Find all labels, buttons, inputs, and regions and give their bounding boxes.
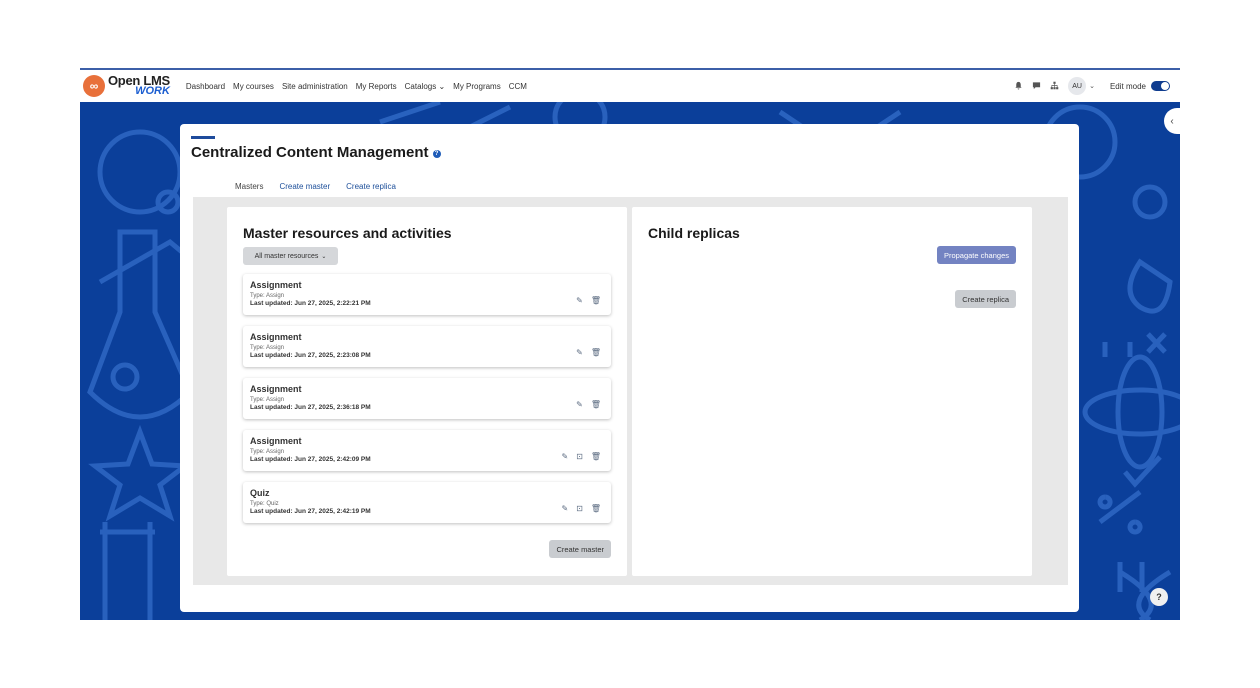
- pencil-icon[interactable]: ✎: [576, 348, 583, 357]
- resource-name: Assignment: [250, 436, 302, 446]
- resource-name: Assignment: [250, 384, 302, 394]
- child-replicas-panel: Child replicas Propagate changes Create …: [632, 207, 1032, 576]
- help-button[interactable]: ?: [1150, 588, 1168, 606]
- edit-mode-toggle[interactable]: [1151, 81, 1170, 91]
- nav-my-programs[interactable]: My Programs: [453, 82, 501, 91]
- nav-dashboard[interactable]: Dashboard: [186, 82, 225, 91]
- master-filter-dropdown[interactable]: All master resources ⌄: [243, 247, 338, 265]
- propagate-changes-button[interactable]: Propagate changes: [936, 246, 1016, 264]
- chevron-down-icon[interactable]: ⌄: [1089, 82, 1095, 90]
- resource-type: Type: Assign: [250, 293, 285, 299]
- user-tools: AU ⌄ Edit mode: [1014, 70, 1170, 102]
- nav-my-reports[interactable]: My Reports: [356, 82, 397, 91]
- user-avatar[interactable]: AU: [1068, 77, 1087, 95]
- info-icon[interactable]: ?: [432, 149, 441, 158]
- resource-type: Type: Quiz: [250, 501, 279, 507]
- nav-catalogs[interactable]: Catalogs ⌄: [405, 82, 446, 91]
- page-title: Centralized Content Management ?: [191, 144, 441, 161]
- trash-icon[interactable]: 🗑: [591, 504, 601, 513]
- filter-dropdown-label: All master resources: [254, 252, 319, 260]
- resource-name: Quiz: [250, 488, 270, 498]
- list-item[interactable]: Assignment Type: Assign Last updated: Ju…: [243, 378, 611, 419]
- pencil-icon[interactable]: ✎: [576, 400, 583, 409]
- top-navbar: ∞ Open LMS WORK Dashboard My courses Sit…: [80, 68, 1180, 102]
- resource-updated: Last updated: Jun 27, 2025, 2:42:19 PM: [250, 508, 371, 515]
- trash-icon[interactable]: 🗑: [591, 296, 601, 305]
- list-item[interactable]: Quiz Type: Quiz Last updated: Jun 27, 20…: [243, 482, 611, 523]
- resource-type: Type: Assign: [250, 449, 285, 455]
- resource-type: Type: Assign: [250, 345, 285, 351]
- list-item[interactable]: Assignment Type: Assign Last updated: Ju…: [243, 326, 611, 367]
- save-icon[interactable]: ⊡: [576, 504, 583, 513]
- create-replica-button[interactable]: Create replica: [955, 290, 1016, 308]
- chat-icon[interactable]: [1032, 81, 1041, 92]
- logo-icon: ∞: [83, 75, 105, 97]
- pencil-icon[interactable]: ✎: [576, 296, 583, 305]
- primary-nav: Dashboard My courses Site administration…: [186, 82, 527, 91]
- resource-updated: Last updated: Jun 27, 2025, 2:36:18 PM: [250, 404, 371, 411]
- page-title-text: Centralized Content Management: [191, 144, 429, 161]
- question-icon: ?: [1156, 592, 1162, 602]
- resource-updated: Last updated: Jun 27, 2025, 2:23:08 PM: [250, 352, 371, 359]
- content-area: Master resources and activities All mast…: [193, 197, 1068, 585]
- nav-site-administration[interactable]: Site administration: [282, 82, 348, 91]
- nav-ccm[interactable]: CCM: [509, 82, 527, 91]
- resource-name: Assignment: [250, 280, 302, 290]
- main-card: Centralized Content Management ? Masters…: [180, 124, 1079, 612]
- open-lms-logo[interactable]: ∞ Open LMS WORK: [83, 71, 170, 101]
- trash-icon[interactable]: 🗑: [591, 452, 601, 461]
- title-accent-bar: [191, 136, 215, 139]
- list-item[interactable]: Assignment Type: Assign Last updated: Ju…: [243, 430, 611, 471]
- list-item[interactable]: Assignment Type: Assign Last updated: Ju…: [243, 274, 611, 315]
- master-panel-title: Master resources and activities: [243, 225, 452, 241]
- master-resources-panel: Master resources and activities All mast…: [227, 207, 627, 576]
- chevron-down-icon: ⌄: [321, 253, 327, 260]
- resource-type: Type: Assign: [250, 397, 285, 403]
- pencil-icon[interactable]: ✎: [561, 452, 568, 461]
- trash-icon[interactable]: 🗑: [591, 400, 601, 409]
- trash-icon[interactable]: 🗑: [591, 348, 601, 357]
- browser-frame: ∞ Open LMS WORK Dashboard My courses Sit…: [80, 68, 1180, 620]
- create-master-button[interactable]: Create master: [549, 540, 611, 558]
- resource-updated: Last updated: Jun 27, 2025, 2:42:09 PM: [250, 456, 371, 463]
- hierarchy-icon[interactable]: [1050, 81, 1059, 92]
- replicas-panel-title: Child replicas: [648, 225, 740, 241]
- chevron-left-icon: ‹: [1170, 115, 1174, 127]
- resource-updated: Last updated: Jun 27, 2025, 2:22:21 PM: [250, 300, 371, 307]
- edit-mode-label: Edit mode: [1109, 81, 1146, 91]
- save-icon[interactable]: ⊡: [576, 452, 583, 461]
- pencil-icon[interactable]: ✎: [561, 504, 568, 513]
- nav-my-courses[interactable]: My courses: [233, 82, 274, 91]
- bell-icon[interactable]: [1014, 81, 1023, 92]
- resource-name: Assignment: [250, 332, 302, 342]
